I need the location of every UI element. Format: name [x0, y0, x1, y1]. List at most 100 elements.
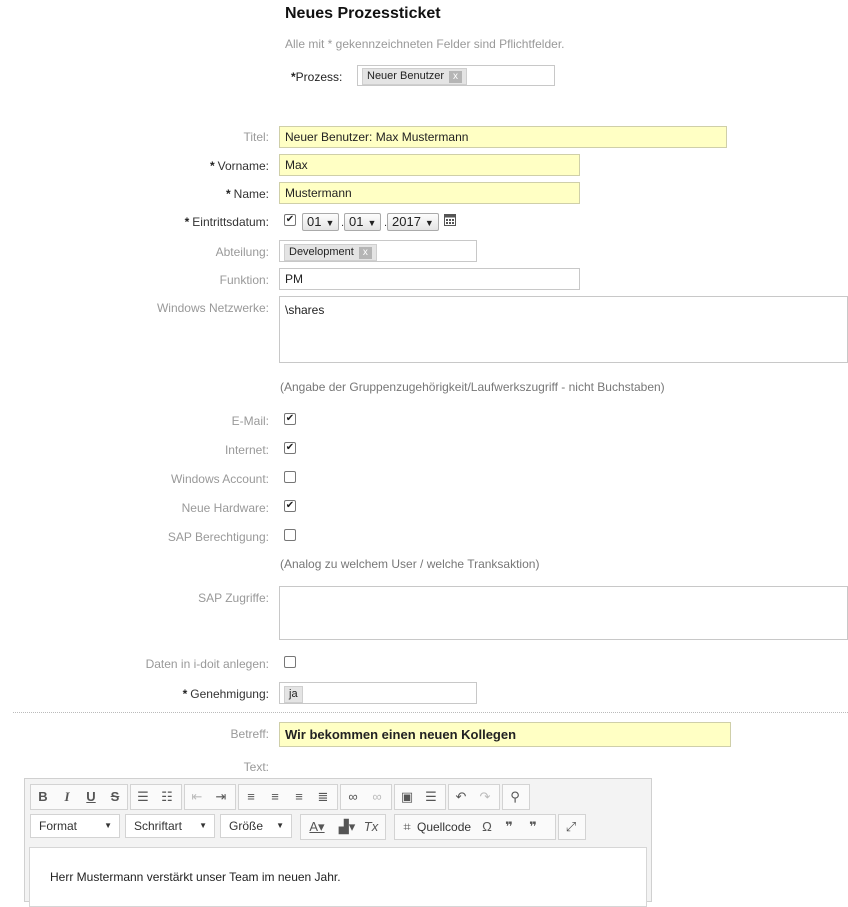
undo-icon[interactable]: ↶	[451, 787, 471, 807]
align-center-icon[interactable]: ≡	[265, 787, 285, 807]
name-label: * Name:	[226, 187, 269, 201]
size-dropdown[interactable]: Größe ▼	[220, 814, 292, 838]
idoit-checkbox[interactable]	[284, 656, 296, 668]
month-value: 01	[349, 214, 364, 229]
redo-icon[interactable]: ↷	[475, 787, 495, 807]
genehmigung-label: * Genehmigung:	[183, 687, 269, 701]
calendar-icon[interactable]	[444, 213, 456, 229]
titel-label: Titel:	[243, 130, 269, 144]
hardware-label: Neue Hardware:	[181, 501, 269, 515]
year-select[interactable]: 2017 ▼	[387, 213, 439, 231]
font-label: Schriftart	[134, 819, 183, 833]
required-star-icon: *	[182, 687, 188, 701]
link-icon[interactable]: ∞	[343, 787, 363, 807]
bold-button[interactable]: B	[33, 787, 53, 807]
sap-hint: (Analog zu welchem User / welche Tranksa…	[280, 557, 540, 571]
year-value: 2017	[392, 214, 421, 229]
month-select[interactable]: 01 ▼	[344, 213, 382, 231]
eintritt-checkbox[interactable]: ✔	[284, 214, 296, 226]
toolbar-group-history: ↶ ↷	[448, 784, 500, 810]
outdent-icon[interactable]: ⇤	[187, 787, 207, 807]
image-icon[interactable]: ▣	[397, 787, 417, 807]
internet-checkbox[interactable]: ✔	[284, 442, 296, 454]
source-code-button[interactable]: Quellcode	[417, 820, 471, 834]
internet-label: Internet:	[224, 443, 269, 457]
titel-input[interactable]: Neuer Benutzer: Max Mustermann	[279, 126, 727, 148]
abteilung-select[interactable]: Development x	[279, 240, 477, 262]
name-label-text: Name:	[233, 187, 269, 201]
hardware-checkbox[interactable]: ✔	[284, 500, 296, 512]
dropdown-arrow-icon: ▼	[276, 821, 284, 830]
blockquote-icon[interactable]: ❞	[499, 817, 519, 837]
size-label: Größe	[229, 819, 264, 833]
underline-button[interactable]: U	[81, 787, 101, 807]
special-char-button[interactable]: Ω	[477, 817, 497, 837]
abteilung-label: Abteilung:	[215, 245, 269, 259]
toolbar-group-maximize: ⤢	[558, 814, 586, 840]
required-star-icon: *	[225, 187, 231, 201]
required-hint: Alle mit * gekennzeichneten Felder sind …	[285, 37, 565, 51]
italic-button[interactable]: I	[57, 787, 77, 807]
idoit-label: Daten in i-doit anlegen:	[145, 657, 269, 671]
align-right-icon[interactable]: ≡	[289, 787, 309, 807]
winaccount-label: Windows Account:	[170, 472, 269, 486]
netzwerke-textarea[interactable]: \shares	[279, 296, 848, 363]
rich-text-editor: B I U S ☰ ☷ ⇤ ⇥ ≡ ≡ ≡ ≣ ∞ ∞ ▣ ☰ ↶ ↷ ⚲ Fo…	[24, 778, 652, 907]
indent-icon[interactable]: ⇥	[211, 787, 231, 807]
align-justify-icon[interactable]: ≣	[313, 787, 333, 807]
toolbar-group-indent: ⇤ ⇥	[184, 784, 236, 810]
vorname-label: * Vorname:	[210, 159, 269, 173]
email-checkbox[interactable]: ✔	[284, 413, 296, 425]
remove-tag-icon[interactable]: x	[449, 71, 463, 83]
section-divider	[13, 712, 848, 713]
bullet-list-icon[interactable]: ☷	[157, 787, 177, 807]
netzwerke-hint: (Angabe der Gruppenzugehörigkeit/Laufwer…	[280, 380, 665, 394]
horizontal-rule-icon[interactable]: ☰	[421, 787, 441, 807]
search-icon[interactable]: ⚲	[505, 787, 525, 807]
toolbar-group-colors: A▾ ▟▾ Tx	[300, 814, 386, 840]
netzwerke-label: Windows Netzwerke:	[156, 301, 269, 315]
font-dropdown[interactable]: Schriftart ▼	[125, 814, 215, 838]
maximize-icon[interactable]: ⤢	[561, 817, 581, 837]
name-input[interactable]: Mustermann	[279, 182, 580, 204]
sap-checkbox[interactable]	[284, 529, 296, 541]
toolbar-group-insert: ▣ ☰	[394, 784, 446, 810]
email-label: E-Mail:	[231, 414, 269, 428]
align-left-icon[interactable]: ≡	[241, 787, 261, 807]
unlink-icon[interactable]: ∞	[367, 787, 387, 807]
day-select[interactable]: 01 ▼	[302, 213, 340, 231]
day-value: 01	[307, 214, 322, 229]
numbered-list-icon[interactable]: ☰	[133, 787, 153, 807]
vorname-label-text: Vorname:	[217, 159, 269, 173]
remove-quote-icon[interactable]: ❞	[523, 817, 543, 837]
sapzugriffe-textarea[interactable]	[279, 586, 848, 640]
editor-content[interactable]: Herr Mustermann verstärkt unser Team im …	[29, 847, 647, 907]
funktion-input[interactable]: PM	[279, 268, 580, 290]
format-dropdown[interactable]: Format ▼	[30, 814, 120, 838]
sapzugriffe-label: SAP Zugriffe:	[198, 591, 269, 605]
format-label: Format	[39, 819, 78, 833]
genehmigung-tag: ja	[284, 686, 303, 703]
betreff-input[interactable]: Wir bekommen einen neuen Kollegen	[279, 722, 731, 747]
source-code-icon[interactable]: ⌗	[397, 817, 417, 837]
vorname-input[interactable]: Max	[279, 154, 580, 176]
strikethrough-button[interactable]: S	[105, 787, 125, 807]
process-tag: Neuer Benutzer x	[362, 68, 468, 85]
toolbar-group-lists: ☰ ☷	[130, 784, 182, 810]
eintritt-label-text: Eintrittsdatum:	[192, 215, 269, 229]
eintritt-label: * Eintrittsdatum:	[185, 215, 269, 229]
page-title: Neues Prozessticket	[285, 5, 441, 22]
winaccount-checkbox[interactable]	[284, 471, 296, 483]
abteilung-tag: Development x	[284, 244, 377, 261]
process-label: *Prozess:	[291, 70, 342, 84]
remove-tag-icon[interactable]: x	[358, 247, 372, 259]
genehmigung-select[interactable]: ja	[279, 682, 477, 704]
funktion-label: Funktion:	[219, 273, 269, 287]
toolbar-row-2: Format ▼ Schriftart ▼ Größe ▼ A▾ ▟▾ Tx ⌗ Qu…	[30, 814, 650, 840]
remove-format-icon[interactable]: Tx	[361, 817, 381, 837]
text-color-icon[interactable]: A▾	[303, 817, 331, 837]
process-select[interactable]: Neuer Benutzer x	[357, 65, 555, 86]
dropdown-arrow-icon: ▼	[104, 821, 112, 830]
background-color-icon[interactable]: ▟▾	[333, 817, 361, 837]
dropdown-arrow-icon: ▼	[367, 218, 377, 228]
